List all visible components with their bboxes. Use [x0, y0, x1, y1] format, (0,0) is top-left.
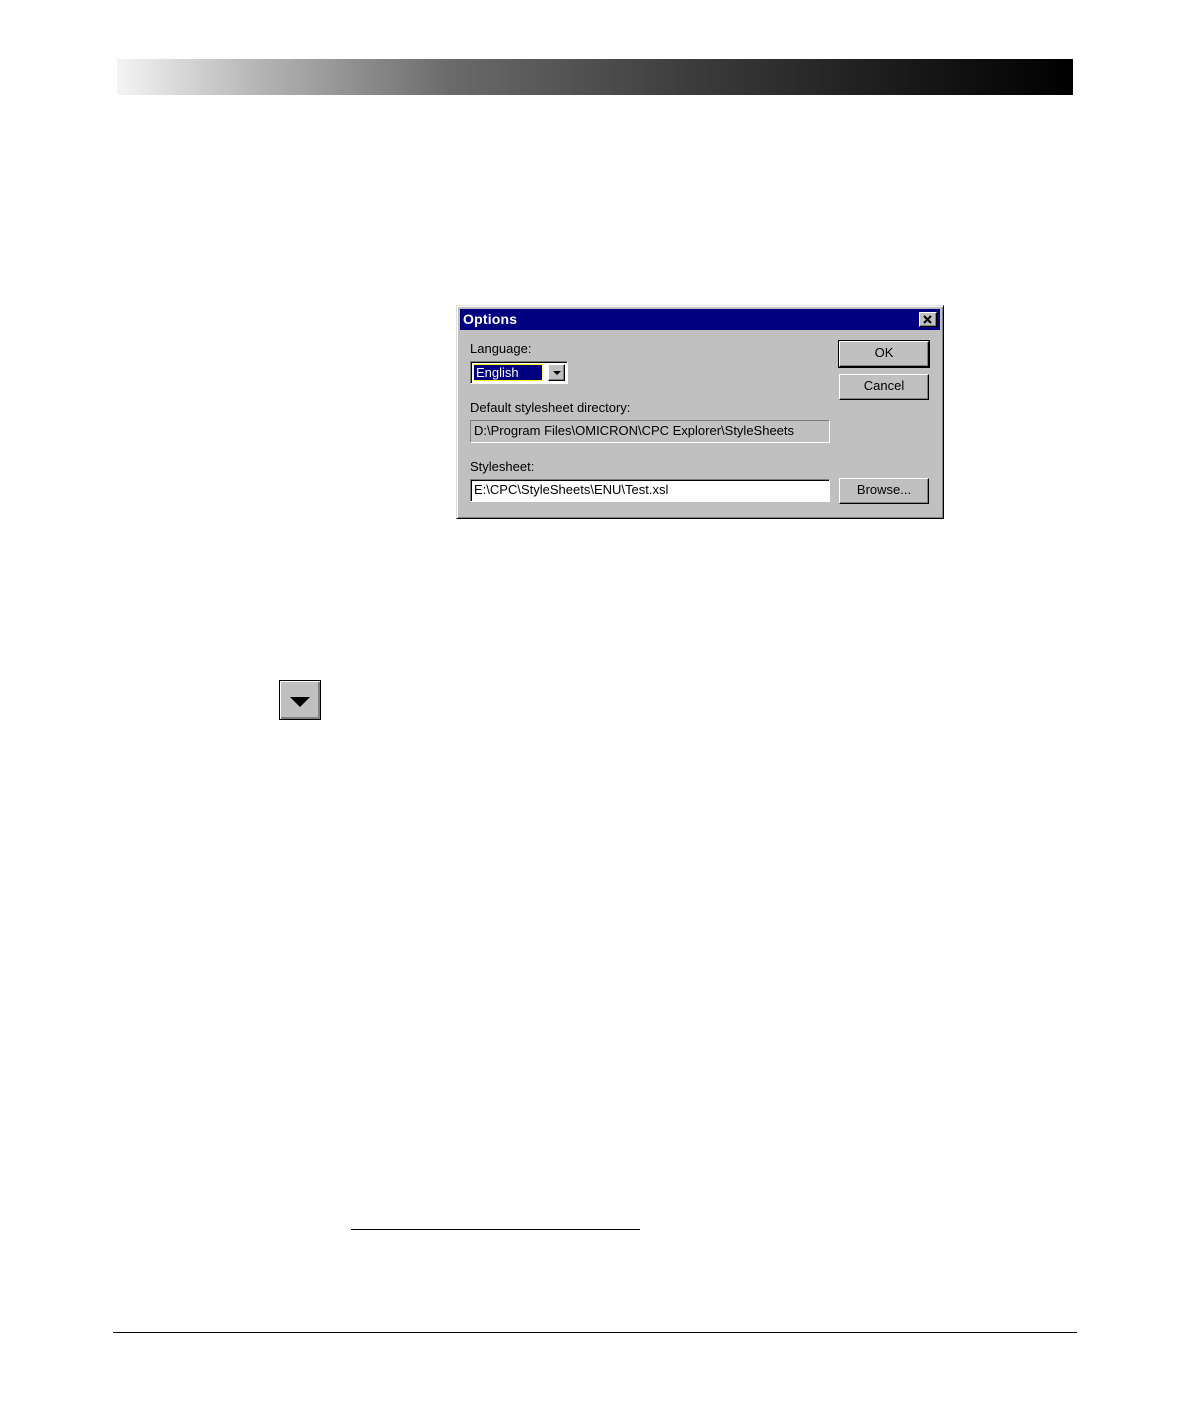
- page-footer-rule: [113, 1332, 1077, 1333]
- options-dialog: Options Language: English Default styles…: [456, 305, 944, 519]
- language-select[interactable]: English: [470, 361, 568, 384]
- dialog-titlebar[interactable]: Options: [460, 309, 940, 330]
- dropdown-button-illustration: [279, 680, 321, 720]
- default-dir-label: Default stylesheet directory:: [470, 400, 631, 415]
- stylesheet-input[interactable]: E:\CPC\StyleSheets\ENU\Test.xsl: [470, 479, 830, 502]
- browse-button[interactable]: Browse...: [839, 478, 929, 504]
- chevron-down-icon: [290, 697, 310, 707]
- ok-button[interactable]: OK: [838, 340, 930, 368]
- dialog-title: Options: [463, 311, 518, 327]
- language-dropdown-button[interactable]: [548, 364, 565, 381]
- page-header-gradient-bar: [117, 59, 1073, 95]
- close-button[interactable]: [919, 312, 937, 327]
- language-selected-value: English: [473, 364, 543, 381]
- stylesheet-label: Stylesheet:: [470, 459, 535, 474]
- close-icon: [923, 315, 932, 324]
- language-label: Language:: [470, 341, 532, 356]
- default-dir-field: D:\Program Files\OMICRON\CPC Explorer\St…: [470, 420, 830, 443]
- cancel-button[interactable]: Cancel: [839, 374, 929, 400]
- chevron-down-icon: [553, 371, 561, 375]
- footnote-separator: [351, 1229, 640, 1230]
